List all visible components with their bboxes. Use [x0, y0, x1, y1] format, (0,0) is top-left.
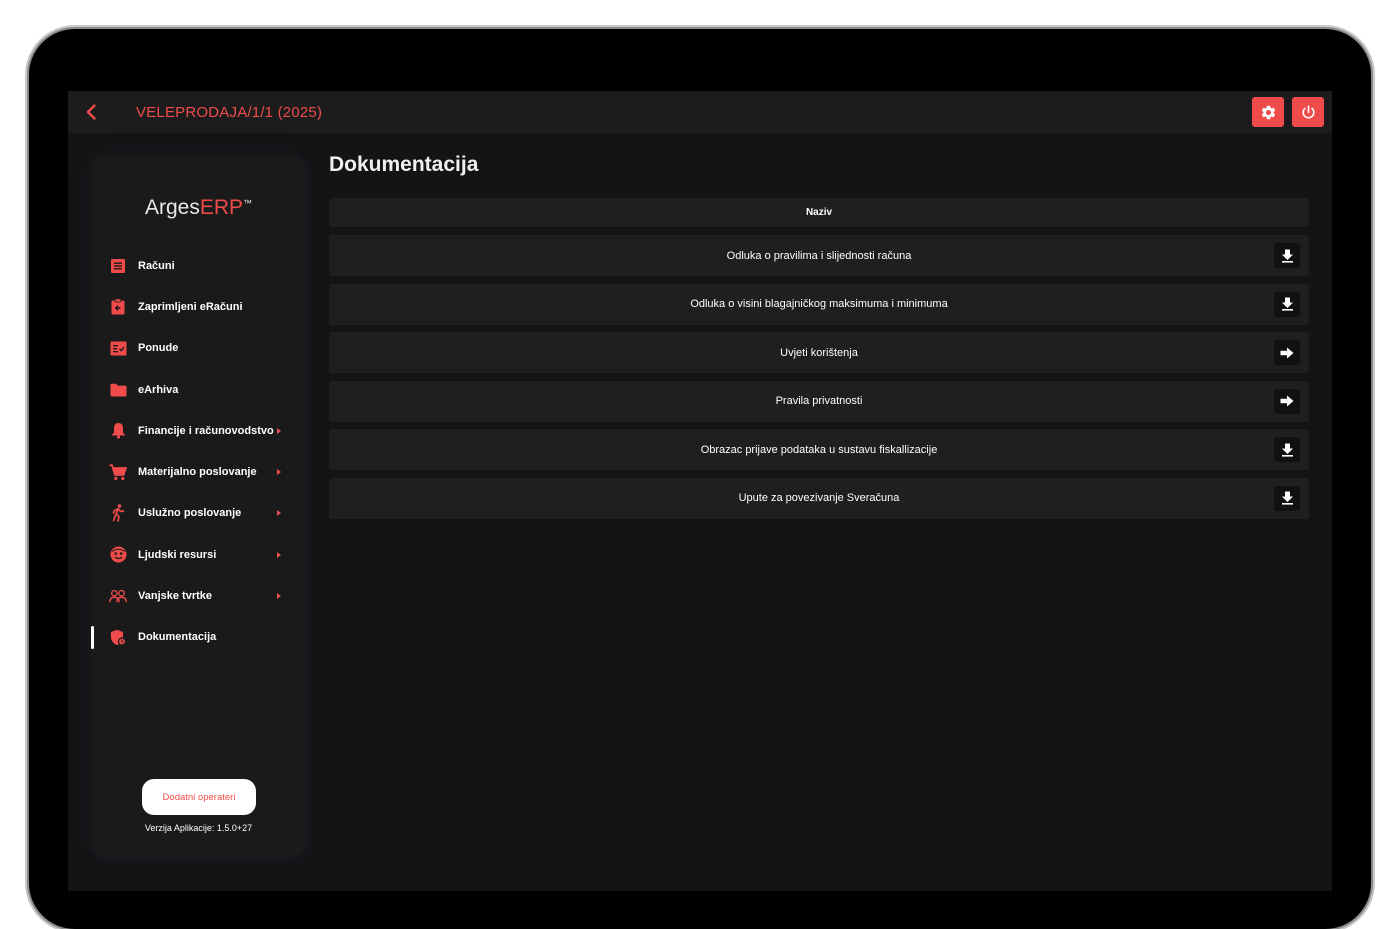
- quote-icon: [109, 339, 127, 357]
- arrow-right-icon: [1280, 347, 1294, 358]
- table-row[interactable]: Upute za povezivanje Sveračuna: [329, 477, 1309, 519]
- download-icon: [1281, 491, 1293, 505]
- shield-doc-icon: [109, 628, 127, 646]
- sidebar-item-ljudski-resursi[interactable]: Ljudski resursi: [91, 534, 306, 575]
- table-row[interactable]: Odluka o pravilima i slijednosti računa: [329, 235, 1309, 276]
- sidebar-item-usluzno[interactable]: Uslužno poslovanje: [91, 493, 306, 534]
- chevron-right-icon: [277, 551, 281, 558]
- chevron-right-icon: [277, 593, 281, 600]
- logo-accent-text: ERP: [199, 196, 244, 219]
- download-button[interactable]: [1274, 243, 1300, 268]
- download-button[interactable]: [1274, 291, 1300, 317]
- open-link-button[interactable]: [1274, 340, 1300, 365]
- sidebar-item-label: Računi: [138, 259, 175, 272]
- document-name: Upute za povezivanje Sveračuna: [738, 492, 900, 504]
- table-row[interactable]: Obrazac prijave podataka u sustavu fiska…: [329, 429, 1309, 470]
- sidebar-item-label: Dokumentacija: [138, 631, 217, 644]
- sidebar-item-label: eArhiva: [138, 383, 179, 396]
- download-icon: [1281, 297, 1293, 311]
- sidebar-item-label: Financije i računovodstvo: [138, 424, 274, 437]
- download-icon: [1281, 443, 1293, 457]
- sidebar-item-label: Ponude: [138, 342, 179, 355]
- sidebar-item-label: Materijalno poslovanje: [138, 466, 257, 479]
- table-row[interactable]: Pravila privatnosti: [329, 380, 1309, 422]
- app-screen: VELEPRODAJA/1/1 (2025) ArgesERP™ Računi: [68, 91, 1332, 891]
- logo-trademark: ™: [243, 198, 253, 208]
- chevron-right-icon: [277, 427, 281, 434]
- receipt-icon: [109, 257, 127, 275]
- download-icon: [1281, 249, 1293, 263]
- arrow-right-icon: [1280, 395, 1294, 407]
- sidebar-item-ponude[interactable]: Ponude: [91, 328, 306, 369]
- document-name: Odluka o pravilima i slijednosti računa: [726, 249, 912, 262]
- bell-icon: [109, 422, 127, 440]
- sidebar-item-dokumentacija[interactable]: Dokumentacija: [91, 617, 306, 658]
- sidebar-item-label: Ljudski resursi: [138, 548, 217, 561]
- sidebar-item-label: Vanjske tvrtke: [138, 590, 212, 603]
- table-row[interactable]: Uvjeti korištenja: [329, 332, 1309, 373]
- sidebar-item-financije[interactable]: Financije i računovodstvo: [91, 410, 306, 451]
- sidebar-item-label: Zaprimljeni eRačuni: [138, 300, 243, 313]
- sidebar-item-vanjske-tvrtke[interactable]: Vanjske tvrtke: [91, 575, 306, 616]
- document-name: Obrazac prijave podataka u sustavu fiska…: [700, 443, 938, 456]
- sidebar-nav: Računi Zaprimljeni eRačuni Ponude eArhiv…: [91, 245, 306, 658]
- download-button[interactable]: [1274, 437, 1300, 462]
- folder-icon: [109, 381, 127, 399]
- chevron-right-icon: [277, 469, 281, 476]
- power-icon: [1301, 104, 1315, 119]
- chevron-right-icon: [277, 510, 281, 517]
- app-logo: ArgesERP™: [91, 196, 306, 220]
- document-name: Uvjeti korištenja: [780, 346, 858, 359]
- main-content: Dokumentacija Naziv Odluka o pravilima i…: [329, 153, 1309, 519]
- clipboard-in-icon: [109, 298, 127, 316]
- gear-icon: [1261, 105, 1275, 119]
- download-button[interactable]: [1274, 485, 1300, 511]
- runner-icon: [109, 504, 127, 523]
- group-icon: [109, 587, 127, 605]
- logo-text: Arges: [144, 196, 200, 219]
- app-version-text: Verzija Aplikacije: 1.5.0+27: [144, 823, 253, 833]
- table-row[interactable]: Odluka o visini blagajničkog maksimuma i…: [329, 283, 1309, 325]
- active-indicator: [91, 625, 94, 649]
- sidebar-item-label: Uslužno poslovanje: [138, 507, 242, 520]
- chevron-left-icon: [86, 104, 96, 120]
- sidebar-item-earhiva[interactable]: eArhiva: [91, 369, 306, 410]
- document-name: Odluka o visini blagajničkog maksimuma i…: [690, 298, 948, 310]
- additional-operators-button[interactable]: Dodatni operateri: [142, 779, 256, 815]
- document-name: Pravila privatnosti: [775, 395, 863, 407]
- back-button[interactable]: [82, 102, 102, 122]
- sidebar-item-racuni[interactable]: Računi: [91, 245, 306, 286]
- page-context-title: VELEPRODAJA/1/1 (2025): [136, 104, 323, 121]
- sidebar-item-zaprimljeni-eracuni[interactable]: Zaprimljeni eRačuni: [91, 286, 306, 327]
- sidebar-item-materijalno[interactable]: Materijalno poslovanje: [91, 451, 306, 492]
- face-icon: [109, 546, 127, 564]
- settings-button[interactable]: [1252, 97, 1284, 127]
- page-title: Dokumentacija: [329, 153, 479, 176]
- table-column-header: Naziv: [329, 198, 1309, 227]
- sidebar: ArgesERP™ Računi Zaprimljeni eRačuni Pon…: [91, 155, 306, 858]
- open-link-button[interactable]: [1274, 388, 1300, 414]
- top-bar: VELEPRODAJA/1/1 (2025): [68, 91, 1332, 133]
- logout-button[interactable]: [1292, 97, 1324, 127]
- cart-icon: [109, 463, 127, 481]
